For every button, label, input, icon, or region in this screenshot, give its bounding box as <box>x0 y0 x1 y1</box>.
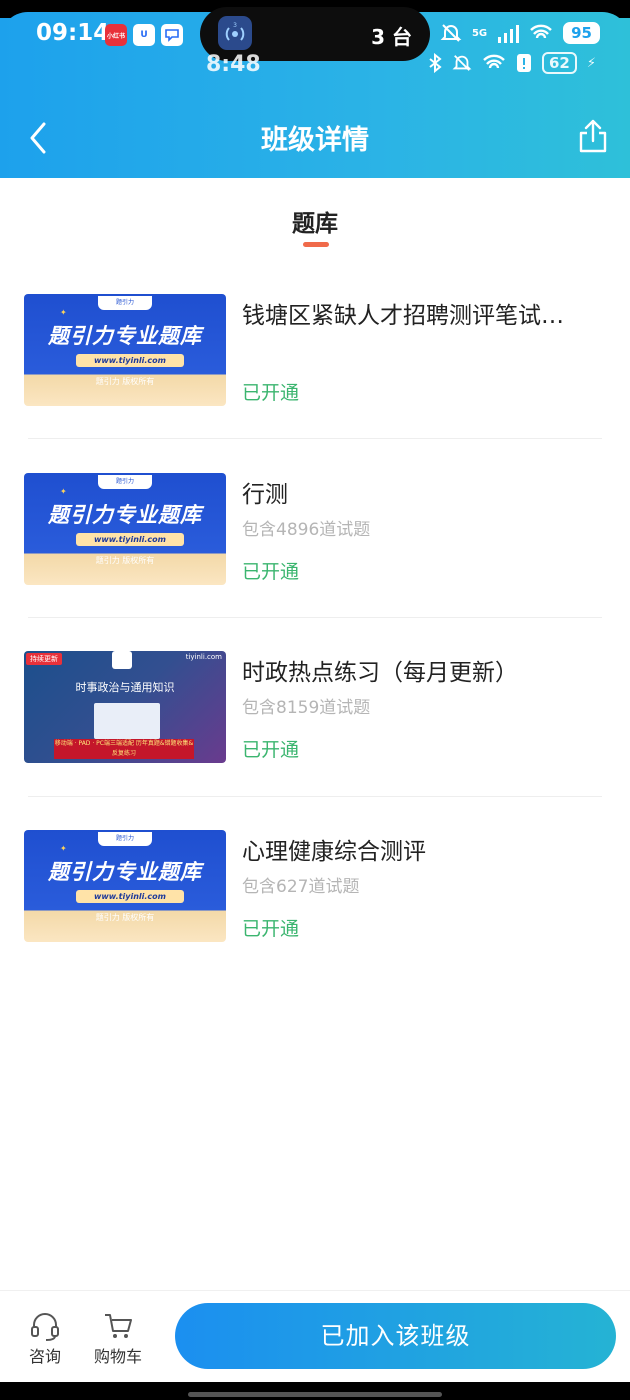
consult-button[interactable]: 咨询 <box>15 1311 75 1367</box>
item-status: 已开通 <box>242 739 300 761</box>
cart-label: 购物车 <box>93 1347 142 1366</box>
chat-icon <box>161 24 183 46</box>
course-thumbnail: 题引力 ✦ 题引力专业题库 www.tiyinli.com 题引力 版权所有 <box>24 294 226 406</box>
tab-active-indicator <box>303 242 329 247</box>
app-notification-icon: U <box>133 24 155 46</box>
cart-icon <box>105 1314 132 1338</box>
ghost-mute-icon <box>452 55 472 71</box>
thumb-copyright: 题引力 版权所有 <box>95 556 155 565</box>
list-item[interactable]: 题引力 ✦ 题引力专业题库 www.tiyinli.com 题引力 版权所有 钱… <box>24 294 602 454</box>
item-status: 已开通 <box>242 382 300 404</box>
item-title: 行测 <box>242 482 288 508</box>
xiaohongshu-icon: 小红书 <box>105 24 127 46</box>
share-button[interactable] <box>578 118 608 154</box>
mute-icon <box>440 24 462 42</box>
consult-label: 咨询 <box>28 1347 61 1366</box>
app-screen: 09:14 小红书 U 3 3 台 5G 95 8:48 62 ⚡ 班级详情 题… <box>0 0 630 1400</box>
divider <box>28 438 602 439</box>
signal-icon <box>498 25 520 43</box>
thumb-banner: 移动端 · PAD · PC端三端适配 历年真题&错题收集&反复练习 <box>54 739 194 759</box>
battery-indicator: 95 <box>563 22 600 44</box>
item-question-count: 包含4896道试题 <box>242 520 371 540</box>
tab-question-bank[interactable]: 题库 <box>0 204 630 238</box>
item-title: 钱塘区紧缺人才招聘测评笔试… <box>242 303 564 329</box>
divider <box>28 796 602 797</box>
list-item[interactable]: 题引力 ✦ 题引力专业题库 www.tiyinli.com 题引力 版权所有 心… <box>24 830 602 990</box>
svg-text:3: 3 <box>233 22 237 29</box>
ghost-status-right: 62 ⚡ <box>428 52 596 74</box>
item-status: 已开通 <box>242 918 300 940</box>
list-item[interactable]: 持续更新 tiyinli.com 时事政治与通用知识 移动端 · PAD · P… <box>24 651 602 811</box>
bottom-action-bar: 咨询 购物车 已加入该班级 <box>0 1290 630 1380</box>
item-title: 心理健康综合测评 <box>242 839 426 865</box>
thumb-url: www.tiyinli.com <box>76 533 184 546</box>
thumb-heading: 题引力专业题库 <box>48 503 202 527</box>
item-title: 时政热点练习（每月更新） <box>242 660 518 686</box>
thumb-logo <box>112 651 132 669</box>
star-icon: ✦ <box>60 308 67 317</box>
thumb-url: www.tiyinli.com <box>76 890 184 903</box>
thumb-copyright: 题引力 版权所有 <box>95 913 155 922</box>
page-title: 班级详情 <box>261 125 369 156</box>
divider <box>28 617 602 618</box>
status-time: 09:14 <box>36 20 110 46</box>
share-icon <box>579 119 607 153</box>
home-indicator[interactable] <box>188 1392 442 1397</box>
thumb-heading: 题引力专业题库 <box>48 324 202 348</box>
thumb-logo: 题引力 <box>98 296 152 310</box>
broadcast-icon: 3 <box>218 16 252 50</box>
wifi-icon <box>530 24 552 39</box>
ghost-battery: 62 <box>541 52 577 74</box>
thumb-logo: 题引力 <box>98 832 152 846</box>
status-right: 5G 95 <box>440 22 600 44</box>
item-question-count: 包含8159道试题 <box>242 698 371 718</box>
star-icon: ✦ <box>60 844 67 853</box>
thumb-url: www.tiyinli.com <box>76 354 184 367</box>
headset-icon <box>31 1313 59 1341</box>
network-label: 5G <box>471 27 488 39</box>
ghost-status-time: 8:48 <box>206 52 261 77</box>
home-strip <box>0 1382 630 1400</box>
device-mockup <box>94 703 160 739</box>
course-thumbnail: 持续更新 tiyinli.com 时事政治与通用知识 移动端 · PAD · P… <box>24 651 226 763</box>
thumb-heading: 题引力专业题库 <box>48 860 202 884</box>
bluetooth-icon <box>429 53 442 73</box>
item-status: 已开通 <box>242 561 300 583</box>
list-item[interactable]: 题引力 ✦ 题引力专业题库 www.tiyinli.com 题引力 版权所有 行… <box>24 473 602 633</box>
course-thumbnail: 题引力 ✦ 题引力专业题库 www.tiyinli.com 题引力 版权所有 <box>24 830 226 942</box>
charging-icon: ⚡ <box>586 55 596 71</box>
thumb-subtitle: 时事政治与通用知识 <box>75 681 175 694</box>
ghost-wifi-icon <box>483 54 505 69</box>
star-icon: ✦ <box>60 487 67 496</box>
thumb-tag: 持续更新 <box>26 653 62 665</box>
course-thumbnail: 题引力 ✦ 题引力专业题库 www.tiyinli.com 题引力 版权所有 <box>24 473 226 585</box>
thumb-copyright: 题引力 版权所有 <box>95 377 155 386</box>
thumb-logo: 题引力 <box>98 475 152 489</box>
item-question-count: 包含627道试题 <box>242 877 360 897</box>
island-count: 3 台 <box>371 25 412 49</box>
alert-icon <box>516 54 531 72</box>
cart-button[interactable]: 购物车 <box>88 1311 148 1367</box>
joined-class-button[interactable]: 已加入该班级 <box>175 1303 616 1369</box>
thumb-brand: tiyinli.com <box>185 653 222 661</box>
